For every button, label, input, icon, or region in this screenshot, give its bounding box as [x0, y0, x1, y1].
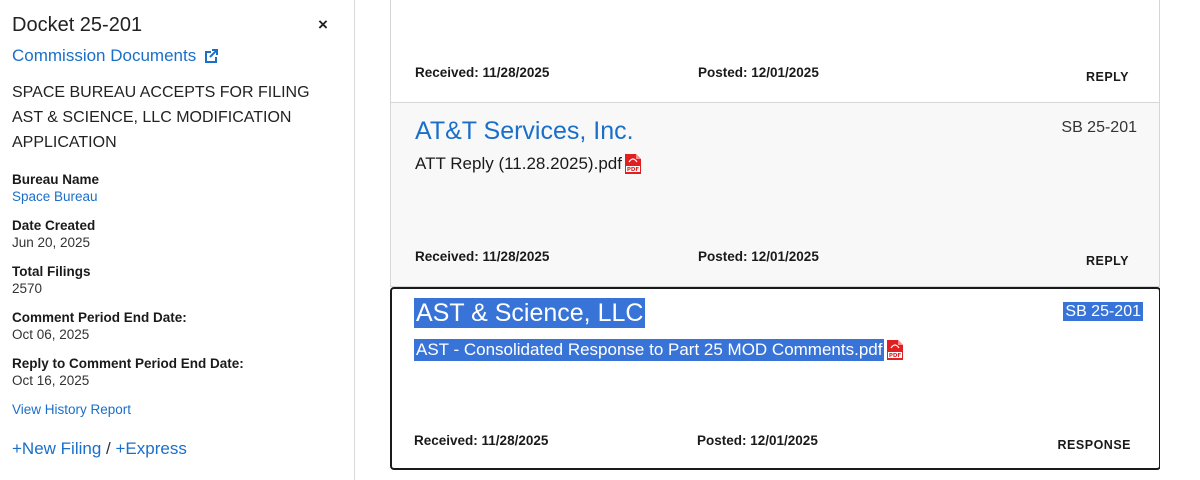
external-link-icon: [205, 49, 219, 63]
new-filing-link[interactable]: +New Filing: [12, 439, 101, 458]
filer-name-link[interactable]: AST & Science, LLC: [414, 298, 646, 328]
date-created-label: Date Created: [12, 218, 96, 233]
received-date: Received: 11/28/2025: [415, 65, 550, 80]
svg-text:PDF: PDF: [889, 353, 902, 359]
commission-documents-label: Commission Documents: [12, 46, 197, 65]
docket-number: SB 25-201: [1063, 302, 1143, 321]
commission-documents-link[interactable]: Commission Documents: [12, 46, 342, 66]
bureau-name-link[interactable]: Space Bureau: [12, 189, 342, 204]
document-link[interactable]: ATT Reply (11.28.2025).pdf PDF: [415, 153, 642, 175]
reply-end-value: Oct 16, 2025: [12, 373, 90, 388]
comment-end-label: Comment Period End Date:: [12, 310, 187, 325]
express-link[interactable]: +Express: [116, 439, 187, 458]
filing-type-badge: REPLY: [1085, 254, 1129, 268]
docket-panel: Docket 25-201 × Commission Documents SPA…: [0, 0, 355, 480]
date-created-value: Jun 20, 2025: [12, 235, 91, 250]
docket-header: Docket 25-201 ×: [12, 10, 342, 40]
posted-date: Posted: 12/01/2025: [698, 249, 819, 264]
received-date: Received: 11/28/2025: [415, 249, 550, 264]
docket-number-selected-text: SB 25-201: [1063, 302, 1143, 321]
pdf-icon: PDF: [887, 340, 904, 360]
posted-date: Posted: 12/01/2025: [697, 433, 818, 448]
new-filing-row: +New Filing / +Express: [12, 439, 342, 459]
filer-name-link[interactable]: AT&T Services, Inc.: [415, 117, 634, 146]
view-history-link[interactable]: View History Report: [12, 402, 342, 417]
docket-number: SB 25-201: [1061, 119, 1137, 136]
document-link[interactable]: AST - Consolidated Response to Part 25 M…: [414, 339, 904, 361]
total-filings-value: 2570: [12, 281, 43, 296]
filer-name-selected-text: AST & Science, LLC: [414, 298, 646, 328]
reply-end-label: Reply to Comment Period End Date:: [12, 356, 244, 371]
total-filings-label: Total Filings: [12, 264, 91, 279]
document-filename: ATT Reply (11.28.2025).pdf: [415, 154, 622, 173]
filing-type-badge: RESPONSE: [1057, 438, 1131, 452]
filing-card-selected[interactable]: AST & Science, LLC SB 25-201 AST - Conso…: [390, 287, 1160, 470]
bureau-name-label: Bureau Name: [12, 172, 100, 187]
link-separator: /: [106, 439, 111, 458]
filing-type-badge: REPLY: [1085, 70, 1129, 84]
filing-card[interactable]: Received: 11/28/2025 Posted: 12/01/2025 …: [390, 0, 1160, 103]
filings-list: Received: 11/28/2025 Posted: 12/01/2025 …: [390, 0, 1160, 480]
filing-card[interactable]: AT&T Services, Inc. SB 25-201 ATT Reply …: [390, 103, 1160, 287]
docket-description: SPACE BUREAU ACCEPTS FOR FILING AST & SC…: [12, 84, 310, 151]
close-icon[interactable]: ×: [312, 14, 334, 36]
document-filename: AST - Consolidated Response to Part 25 M…: [414, 339, 885, 361]
svg-text:PDF: PDF: [627, 167, 640, 173]
docket-title: Docket 25-201: [12, 13, 143, 36]
posted-date: Posted: 12/01/2025: [698, 65, 819, 80]
pdf-icon: PDF: [624, 154, 641, 174]
received-date: Received: 11/28/2025: [414, 433, 549, 448]
comment-end-value: Oct 06, 2025: [12, 327, 90, 342]
